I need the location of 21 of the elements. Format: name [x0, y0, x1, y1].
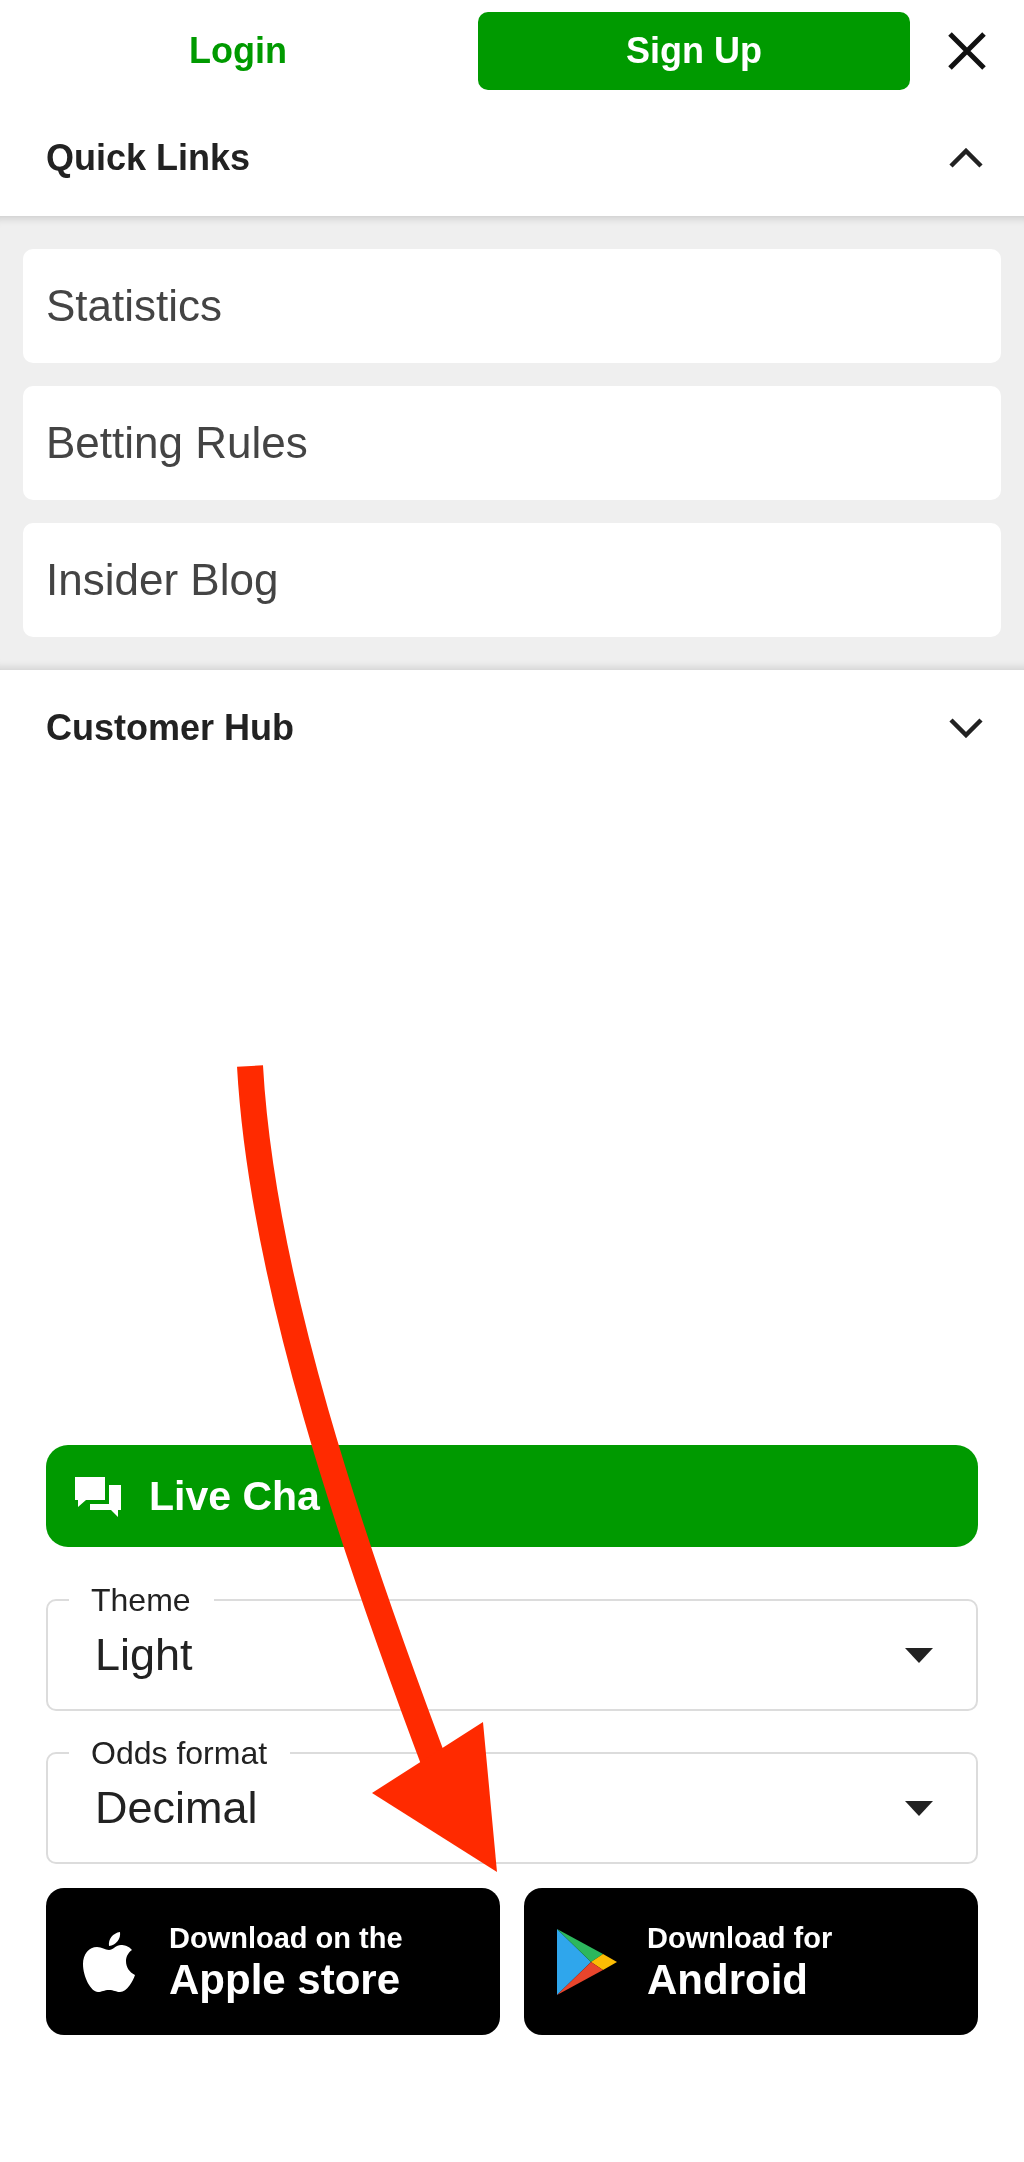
live-chat-button[interactable]: Live Cha: [46, 1445, 978, 1547]
login-link[interactable]: Login: [22, 12, 454, 90]
section-title[interactable]: Customer Hub: [46, 707, 294, 749]
quick-link-item[interactable]: Statistics: [23, 249, 1001, 363]
field-label: Theme: [90, 1581, 192, 1620]
play-icon: [555, 1926, 619, 1997]
close-button[interactable]: [947, 31, 987, 71]
field-label: Odds format: [90, 1734, 269, 1773]
download-button[interactable]: Download on the Apple store: [46, 1888, 500, 2035]
chat-icon: [73, 1474, 123, 1518]
caret-icon: [905, 1800, 933, 1816]
quick-link-item[interactable]: Betting Rules: [23, 386, 1001, 500]
section-title[interactable]: Quick Links: [46, 137, 251, 179]
caret-icon: [905, 1647, 933, 1663]
close-icon: [947, 31, 987, 71]
quick-link-item[interactable]: Insider Blog: [23, 523, 1001, 637]
apple-icon: [82, 1930, 136, 1993]
download-button[interactable]: Download for Android: [524, 1888, 978, 2035]
chevron-up-icon[interactable]: [949, 148, 983, 168]
chevron-down-icon[interactable]: [949, 718, 983, 738]
sign-up-button[interactable]: Sign Up: [478, 12, 910, 90]
